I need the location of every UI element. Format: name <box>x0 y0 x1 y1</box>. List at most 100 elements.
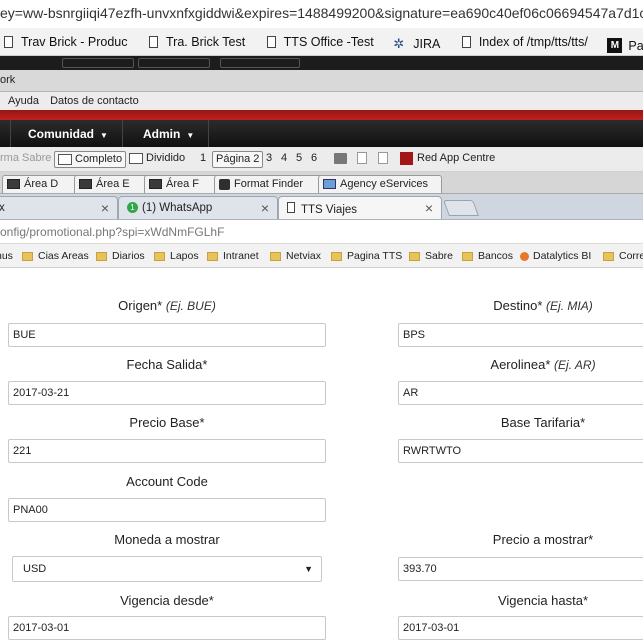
moneda-label: Moneda a mostrar <box>114 532 220 547</box>
tab-area-f[interactable]: Área F <box>144 175 224 193</box>
menu-ayuda[interactable]: Ayuda <box>8 95 39 107</box>
page-5-button[interactable]: 5 <box>296 151 302 168</box>
m-icon: M <box>607 38 623 53</box>
folder-icon <box>603 251 614 261</box>
precio-mostrar-input[interactable]: 393.70 <box>398 557 643 581</box>
folder-icon <box>409 251 420 261</box>
url-fragment[interactable]: ey=ww-bsnrgiiqi47ezfh-unvxnfxgiddwi&expi… <box>0 0 643 28</box>
origen-input[interactable]: BUE <box>8 323 326 347</box>
jira-icon: ✲ <box>393 36 405 51</box>
precio-base-label: Precio Base* <box>129 415 205 430</box>
nav-comunidad[interactable]: Comunidad ▼ <box>10 120 122 147</box>
copy-icon[interactable] <box>357 151 367 168</box>
bookmark-jira[interactable]: ✲ JIRA <box>391 30 441 55</box>
bookmark-label: Intranet <box>223 250 259 262</box>
tab-format-finder[interactable]: Format Finder <box>214 175 322 193</box>
precio-base-input[interactable]: 221 <box>8 439 326 463</box>
folder-icon <box>462 251 473 261</box>
moneda-value: USD <box>23 563 47 575</box>
toolbar-sabre[interactable]: rma Sabre <box>0 151 51 168</box>
page-3-button[interactable]: 3 <box>266 151 272 168</box>
caret-down-icon: ▼ <box>100 131 108 140</box>
area-tabs: Área D Área E Área F Format Finder Agenc… <box>0 172 643 194</box>
folder-icon <box>22 251 33 261</box>
bookmark-pagina-tts[interactable]: Pagina TTS <box>331 250 402 262</box>
close-icon[interactable]: × <box>261 200 269 216</box>
dividido-label: Dividido <box>146 152 186 164</box>
page-icon <box>461 36 471 48</box>
bookmark-lapos[interactable]: Lapos <box>154 250 199 262</box>
page-2-button[interactable]: Página 2 <box>212 151 264 168</box>
paste-icon[interactable] <box>378 151 388 168</box>
bookmark-bancos[interactable]: Bancos <box>462 250 513 262</box>
embedded-header-strip <box>0 56 643 70</box>
bookmark-tra-brick-test[interactable]: Tra. Brick Test <box>145 28 245 55</box>
bookmark-panel-sucursal[interactable]: M Panel Sucurs <box>605 32 643 56</box>
bookmark-label: Bancos <box>478 250 514 262</box>
new-tab-button[interactable] <box>443 200 479 216</box>
ghost-menu-item <box>220 58 300 68</box>
bookmark-label: Sabre <box>425 250 454 262</box>
tab-label: Área D <box>24 178 59 190</box>
bookmark-menus[interactable]: nus <box>0 250 13 262</box>
bookmark-cias-areas[interactable]: Cias Areas <box>22 250 89 262</box>
tab-label: (1) WhatsApp <box>142 202 213 214</box>
precio-mostrar-label: Precio a mostrar* <box>492 532 594 547</box>
menu-datos-de-contacto[interactable]: Datos de contacto <box>50 95 139 107</box>
window-icon <box>58 153 72 165</box>
vigencia-desde-input[interactable]: 2017-03-01 <box>8 616 326 640</box>
bookmark-label: Cias Areas <box>38 250 89 262</box>
tab-area-d[interactable]: Área D <box>2 175 84 193</box>
bookmark-netviax[interactable]: Netviax <box>270 250 321 262</box>
agency-icon <box>323 179 336 190</box>
nav-admin[interactable]: Admin ▼ <box>122 120 208 147</box>
base-tarifaria-input[interactable]: RWRTWTO <box>398 439 643 463</box>
bookmark-trav-brick-produc[interactable]: Trav Brick - Produc <box>0 28 128 55</box>
page-4-button[interactable]: 4 <box>281 151 287 168</box>
destino-label: Destino* (Ej. MIA) <box>493 298 593 313</box>
close-icon[interactable]: × <box>101 200 109 216</box>
caret-down-icon: ▼ <box>186 131 195 140</box>
browser-tab-previous[interactable]: x× <box>0 196 118 219</box>
account-code-input[interactable]: PNA00 <box>8 498 326 522</box>
bookmark-index-tmp[interactable]: Index of /tmp/tts/tts/ <box>458 28 588 55</box>
destino-input[interactable]: BPS <box>398 323 643 347</box>
bookmark-datalytics-bi[interactable]: Datalytics BI <box>520 250 591 262</box>
base-tarifaria-label: Base Tarifaria* <box>500 415 586 430</box>
folder-icon <box>270 251 281 261</box>
browser-tabs: x× 1(1) WhatsApp× TTS Viajes× <box>0 194 643 220</box>
address-text: onfig/promotional.php?spi=xWdNmFGLhF <box>0 225 225 239</box>
bookmark-corre[interactable]: Corre <box>603 250 643 262</box>
close-icon[interactable]: × <box>425 200 433 216</box>
menu-bar: Ayuda Datos de contacto <box>0 92 643 110</box>
bookmark-label: Panel Sucurs <box>628 38 643 53</box>
browser-tab-tts-viajes[interactable]: TTS Viajes × <box>278 196 442 219</box>
browser-tab-whatsapp[interactable]: 1 (1) WhatsApp × <box>118 196 278 219</box>
address-bar[interactable]: onfig/promotional.php?spi=xWdNmFGLhF <box>0 220 643 244</box>
moneda-select[interactable]: USD ▼ <box>12 556 322 582</box>
bookmark-tts-office-test[interactable]: TTS Office -Test <box>263 28 374 55</box>
bookmark-intranet[interactable]: Intranet <box>207 250 259 262</box>
aerolinea-input[interactable]: AR <box>398 381 643 405</box>
bookmark-label: Index of /tmp/tts/tts/ <box>478 35 588 49</box>
page-icon <box>266 36 276 48</box>
bookmark-diarios[interactable]: Diarios <box>96 250 145 262</box>
window-title-strip: ork <box>0 70 643 92</box>
fecha-salida-input[interactable]: 2017-03-21 <box>8 381 326 405</box>
page-1-button[interactable]: 1 <box>200 151 206 168</box>
page-6-button[interactable]: 6 <box>311 151 317 168</box>
bookmark-label: Lapos <box>170 250 199 262</box>
completo-button[interactable]: Completo <box>54 151 127 168</box>
bookmark-label: JIRA <box>413 37 441 51</box>
print-icon[interactable] <box>334 151 347 168</box>
bookmark-sabre[interactable]: Sabre <box>409 250 453 262</box>
tab-label: Área E <box>96 178 130 190</box>
tab-label: x <box>0 202 5 214</box>
dividido-button[interactable]: Dividido <box>129 151 185 168</box>
tab-agency-eservices[interactable]: Agency eServices <box>318 175 442 193</box>
red-app-centre-button[interactable]: Red App Centre <box>400 151 495 168</box>
whatsapp-icon: 1 <box>127 202 138 214</box>
bookmark-label: Corre <box>619 250 643 262</box>
bookmark-label: TTS Office -Test <box>283 35 374 49</box>
vigencia-hasta-input[interactable]: 2017-03-01 <box>398 616 643 640</box>
